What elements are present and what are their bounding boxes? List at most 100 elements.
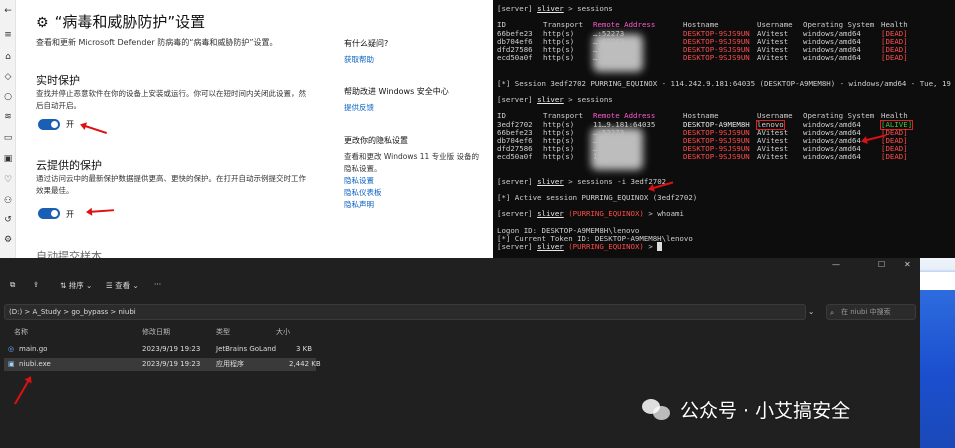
defender-settings-window: ← ≡ ⌂ ◇ ○ ≋ ▭ ▣ ♡ ⚇ ↺ ⚙ ⚙ “病毒和威胁防护”设置 查看和… [0,0,493,258]
file-date: 2023/9/19 19:23 [142,360,201,368]
health-icon[interactable]: ♡ [3,175,13,185]
feedback-link[interactable]: 提供反馈 [344,102,484,114]
device-security-icon[interactable]: ▣ [3,154,13,164]
prompt-gt: > [568,177,573,186]
back-arrow-icon[interactable]: ← [3,6,13,16]
realtime-toggle[interactable] [38,119,60,130]
realtime-heading: 实时保护 [36,74,80,87]
session-opened-message: [*] Session 3edf2702 PURRING_EQUINOX - 1… [497,79,955,88]
page-title: ⚙ “病毒和威胁防护”设置 [36,11,205,32]
home-icon[interactable]: ⌂ [3,52,13,62]
maximize-icon[interactable]: ☐ [878,260,885,269]
table-header-cell: Username [757,111,793,120]
app-control-icon[interactable]: ▭ [3,133,13,143]
cloud-toggle[interactable] [38,208,60,219]
table-header-cell: Remote Address [593,20,656,29]
more-button[interactable]: ··· [154,280,161,289]
search-input[interactable]: 在 niubi 中搜索 [826,304,916,320]
table-header-cell: Transport [543,111,584,120]
annotation-arrow [14,377,31,405]
cloud-heading: 云提供的保护 [36,159,102,172]
view-button[interactable]: ☰ 查看 ⌄ [106,280,139,291]
help-section: 有什么疑问? 获取帮助 [344,38,484,66]
defender-content: ⚙ “病毒和威胁防护”设置 查看和更新 Microsoft Defender 防病… [16,0,493,258]
share-icon[interactable]: ⇪ [33,280,39,289]
table-cell: [DEAD] [881,152,908,161]
go-file-icon: ◎ [8,345,15,353]
file-size: 2,442 KB [289,360,321,368]
menu-icon[interactable]: ≡ [3,30,13,40]
col-date[interactable]: 修改日期 [142,327,170,337]
family-icon[interactable]: ⚇ [3,196,13,206]
page-subtitle: 查看和更新 Microsoft Defender 防病毒的“病毒和威胁防护”设置… [36,38,278,47]
close-icon[interactable]: ✕ [904,260,911,269]
prompt-sliver: sliver [537,242,564,251]
privacy-section: 更改你的隐私设置 查看和更改 Windows 11 专业版 设备的隐私设置。 隐… [344,135,484,211]
table-cell: ecd50a0f [497,53,533,62]
page-title-text: “病毒和威胁防护”设置 [54,13,206,31]
table-header-cell: ID [497,111,506,120]
table-cell: AVitest [757,53,789,62]
table-cell: ecd50a0f [497,152,533,161]
col-type[interactable]: 类型 [216,327,230,337]
file-type: 应用程序 [216,360,244,368]
session-tag: (PURRING_EQUINOX) [568,209,644,218]
table-header-cell: Operating System [803,20,875,29]
copy-icon[interactable]: ⧉ [10,280,15,290]
privacy-dashboard-link[interactable]: 隐私仪表板 [344,187,484,199]
nav-rail: ← ≡ ⌂ ◇ ○ ≋ ▭ ▣ ♡ ⚇ ↺ ⚙ [0,0,16,258]
table-header-cell: Hostname [683,20,719,29]
prompt-server: [server] [497,242,533,251]
help-link[interactable]: 获取帮助 [344,54,484,66]
cloud-toggle-label: 开 [66,210,74,219]
table-header-cell: Operating System [803,111,875,120]
sliver-terminal[interactable]: [server] sliver > sessions ID Transport Re… [493,0,955,258]
address-bar[interactable]: (D:) > A_Study > go_bypass > niubi [4,304,806,320]
file-row[interactable]: ▣ niubi.exe 2023/9/19 19:23 应用程序 2,442 K… [4,358,321,371]
refresh-icon[interactable]: ⌄ [808,307,814,316]
privacy-settings-link[interactable]: 隐私设置 [344,175,484,187]
prompt-line-5: [server] sliver (PURRING_EQUINOX) > _ [497,242,662,251]
table-header-cell: Health [881,111,908,120]
sort-label: 排序 [68,281,84,290]
cutoff-heading: 自动提交样本 [36,250,102,258]
table-cell: http(s) [543,152,575,161]
shield-icon[interactable]: ◇ [3,72,13,82]
prompt-line-4: [server] sliver (PURRING_EQUINOX) > whoa… [497,210,684,218]
prompt-sliver: sliver [537,209,564,218]
view-label: 查看 [115,281,131,290]
firewall-icon[interactable]: ≋ [3,112,13,122]
search-icon: ⌕ [830,308,835,317]
prompt-server: [server] [497,209,533,218]
history-icon[interactable]: ↺ [3,215,13,225]
privacy-statement-link[interactable]: 隐私声明 [344,199,484,211]
table-header-cell: ID [497,20,506,29]
screenshot-stage: ← ≡ ⌂ ◇ ○ ≋ ▭ ▣ ♡ ⚇ ↺ ⚙ ⚙ “病毒和威胁防护”设置 查看和… [0,0,955,448]
prompt-gt: > [648,242,653,251]
sort-icon: ⇅ [60,281,69,290]
realtime-desc: 查找并停止恶意软件在你的设备上安装或运行。你可以在短时间内关闭此设置，然后自动开… [36,89,306,110]
col-size[interactable]: 大小 [276,327,290,337]
table-cell: windows/amd64 [803,53,861,62]
prompt-line-1: [server] sliver > sessions [497,5,613,13]
watermark-text: 公众号 · 小艾搞安全 [680,399,851,422]
prompt-sliver: sliver [537,4,564,13]
col-name[interactable]: 名称 [14,327,28,337]
minimize-icon[interactable]: — [832,260,840,269]
cloud-desc: 通过访问云中的最新保护数据提供更高、更快的保护。在打开自动示例提交时工作效果最佳… [36,174,306,195]
prompt-sliver: sliver [537,177,564,186]
account-icon[interactable]: ○ [3,92,13,102]
table-cell: http(s) [543,53,575,62]
settings-gear-icon[interactable]: ⚙ [3,235,13,245]
table-header-cell: Username [757,20,793,29]
file-name: main.go [19,345,48,353]
active-session-message: [*] Active session PURRING_EQUINOX (3edf… [497,193,698,202]
privacy-desc: 查看和更改 Windows 11 专业版 设备的隐私设置。 [344,152,480,173]
cursor: _ [657,242,662,251]
privacy-heading: 更改你的隐私设置 [344,136,408,145]
table-cell: [DEAD] [881,53,908,62]
sort-button[interactable]: ⇅ 排序 ⌄ [60,280,92,291]
desktop-background [920,258,955,448]
file-name: niubi.exe [19,360,51,368]
file-row[interactable]: ◎ main.go 2023/9/19 19:23 JetBrains GoLa… [4,343,316,356]
